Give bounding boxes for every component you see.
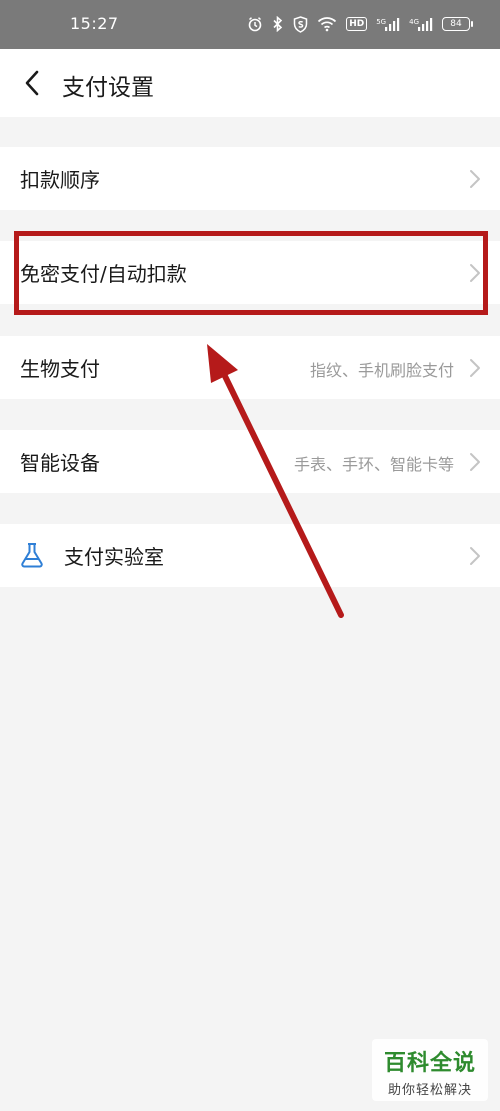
status-bar: 15:27 HD 5G 4G 84: [0, 0, 500, 49]
watermark-slogan: 助你轻松解决: [387, 1083, 472, 1098]
settings-row-auto-pay[interactable]: 免密支付/自动扣款: [0, 241, 500, 304]
row-detail: 手表、手环、智能卡等: [293, 455, 454, 474]
chevron-right-icon: [470, 170, 480, 188]
battery-icon: 84: [442, 17, 473, 31]
back-arrow-icon: [25, 70, 39, 96]
wifi-icon: [317, 16, 337, 32]
row-label: 免密支付/自动扣款: [20, 262, 187, 286]
settings-row-deduction-order[interactable]: 扣款顺序: [0, 147, 500, 210]
row-label: 生物支付: [20, 357, 100, 381]
settings-row-bio-pay[interactable]: 生物支付 指纹、手机刷脸支付: [0, 336, 500, 399]
flask-icon: [21, 543, 43, 568]
hd-icon: HD: [346, 17, 368, 31]
signal-5g-icon: 5G: [376, 16, 400, 32]
chevron-right-icon: [470, 359, 480, 377]
settings-row-smart-devices[interactable]: 智能设备 手表、手环、智能卡等: [0, 430, 500, 493]
signal-4g-icon: 4G: [409, 16, 433, 32]
watermark-logo: 百科全说 助你轻松解决: [372, 1039, 488, 1101]
alarm-icon: [247, 16, 263, 32]
row-detail: 指纹、手机刷脸支付: [309, 361, 454, 380]
settings-row-pay-lab[interactable]: 支付实验室: [0, 524, 500, 587]
back-button[interactable]: [14, 67, 50, 99]
signal-4g-label: 4G: [409, 18, 419, 26]
row-label: 扣款顺序: [20, 168, 100, 192]
bluetooth-icon: [272, 16, 284, 32]
app-header: 支付设置: [0, 49, 500, 117]
row-label: 支付实验室: [64, 545, 164, 569]
shield-s-icon: [293, 15, 308, 33]
status-icons: HD 5G 4G 84: [247, 13, 473, 35]
chevron-right-icon: [470, 547, 480, 565]
page-title: 支付设置: [62, 75, 154, 101]
chevron-right-icon: [470, 264, 480, 282]
row-label: 智能设备: [20, 451, 100, 475]
status-time: 15:27: [70, 14, 119, 33]
chevron-right-icon: [470, 453, 480, 471]
signal-5g-label: 5G: [376, 18, 387, 26]
watermark-brand: 百科全说: [383, 1051, 476, 1076]
